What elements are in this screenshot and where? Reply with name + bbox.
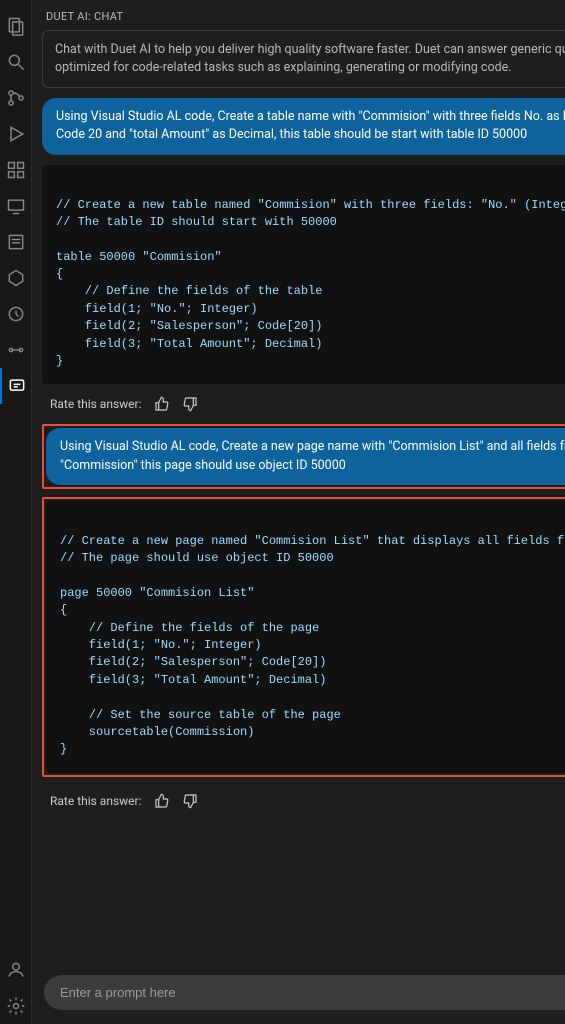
- run-debug-icon[interactable]: [0, 116, 32, 152]
- main-panel: DUET AI: CHAT Chat with Duet AI to help …: [32, 0, 565, 1024]
- prompt-input[interactable]: [44, 975, 565, 1010]
- panel-title: DUET AI: CHAT: [46, 10, 123, 23]
- rate-label: Rate this answer:: [50, 397, 142, 411]
- thumbs-down-icon[interactable]: [182, 396, 198, 412]
- thumbs-up-icon[interactable]: [154, 793, 170, 809]
- user-message-1: Using Visual Studio AL code, Create a ta…: [42, 98, 565, 154]
- code-toolbar: [46, 501, 565, 533]
- panel-header: DUET AI: CHAT: [32, 0, 565, 30]
- explorer-icon[interactable]: [0, 8, 32, 44]
- chat-icon[interactable]: [0, 368, 32, 404]
- code-toolbar: [42, 165, 565, 197]
- code-content-2: // Create a new page named "Commision Li…: [46, 533, 565, 773]
- highlighted-response: // Create a new page named "Commision Li…: [42, 497, 565, 777]
- source-control-icon[interactable]: [0, 80, 32, 116]
- rate-row-2: Rate this answer:: [42, 787, 565, 821]
- kubernetes-icon[interactable]: [0, 260, 32, 296]
- thumbs-down-icon[interactable]: [182, 793, 198, 809]
- account-icon[interactable]: [0, 952, 32, 988]
- api-icon[interactable]: [0, 332, 32, 368]
- activity-bar: [0, 0, 32, 1024]
- list-icon[interactable]: [0, 224, 32, 260]
- code-response-1: // Create a new table named "Commision" …: [42, 165, 565, 385]
- chat-body: Chat with Duet AI to help you deliver hi…: [32, 30, 565, 965]
- rate-label: Rate this answer:: [50, 794, 142, 808]
- remote-icon[interactable]: [0, 188, 32, 224]
- code-response-2: // Create a new page named "Commision Li…: [46, 501, 565, 773]
- extensions-icon[interactable]: [0, 152, 32, 188]
- thumbs-up-icon[interactable]: [154, 396, 170, 412]
- search-icon[interactable]: [0, 44, 32, 80]
- input-bar: [32, 965, 565, 1024]
- rate-row-1: Rate this answer:: [42, 390, 565, 424]
- code-content-1: // Create a new table named "Commision" …: [42, 197, 565, 385]
- intro-message: Chat with Duet AI to help you deliver hi…: [42, 30, 565, 88]
- settings-icon[interactable]: [0, 988, 32, 1024]
- cloud-icon[interactable]: [0, 296, 32, 332]
- user-message-2: Using Visual Studio AL code, Create a ne…: [46, 428, 565, 484]
- highlighted-prompt: Using Visual Studio AL code, Create a ne…: [42, 424, 565, 488]
